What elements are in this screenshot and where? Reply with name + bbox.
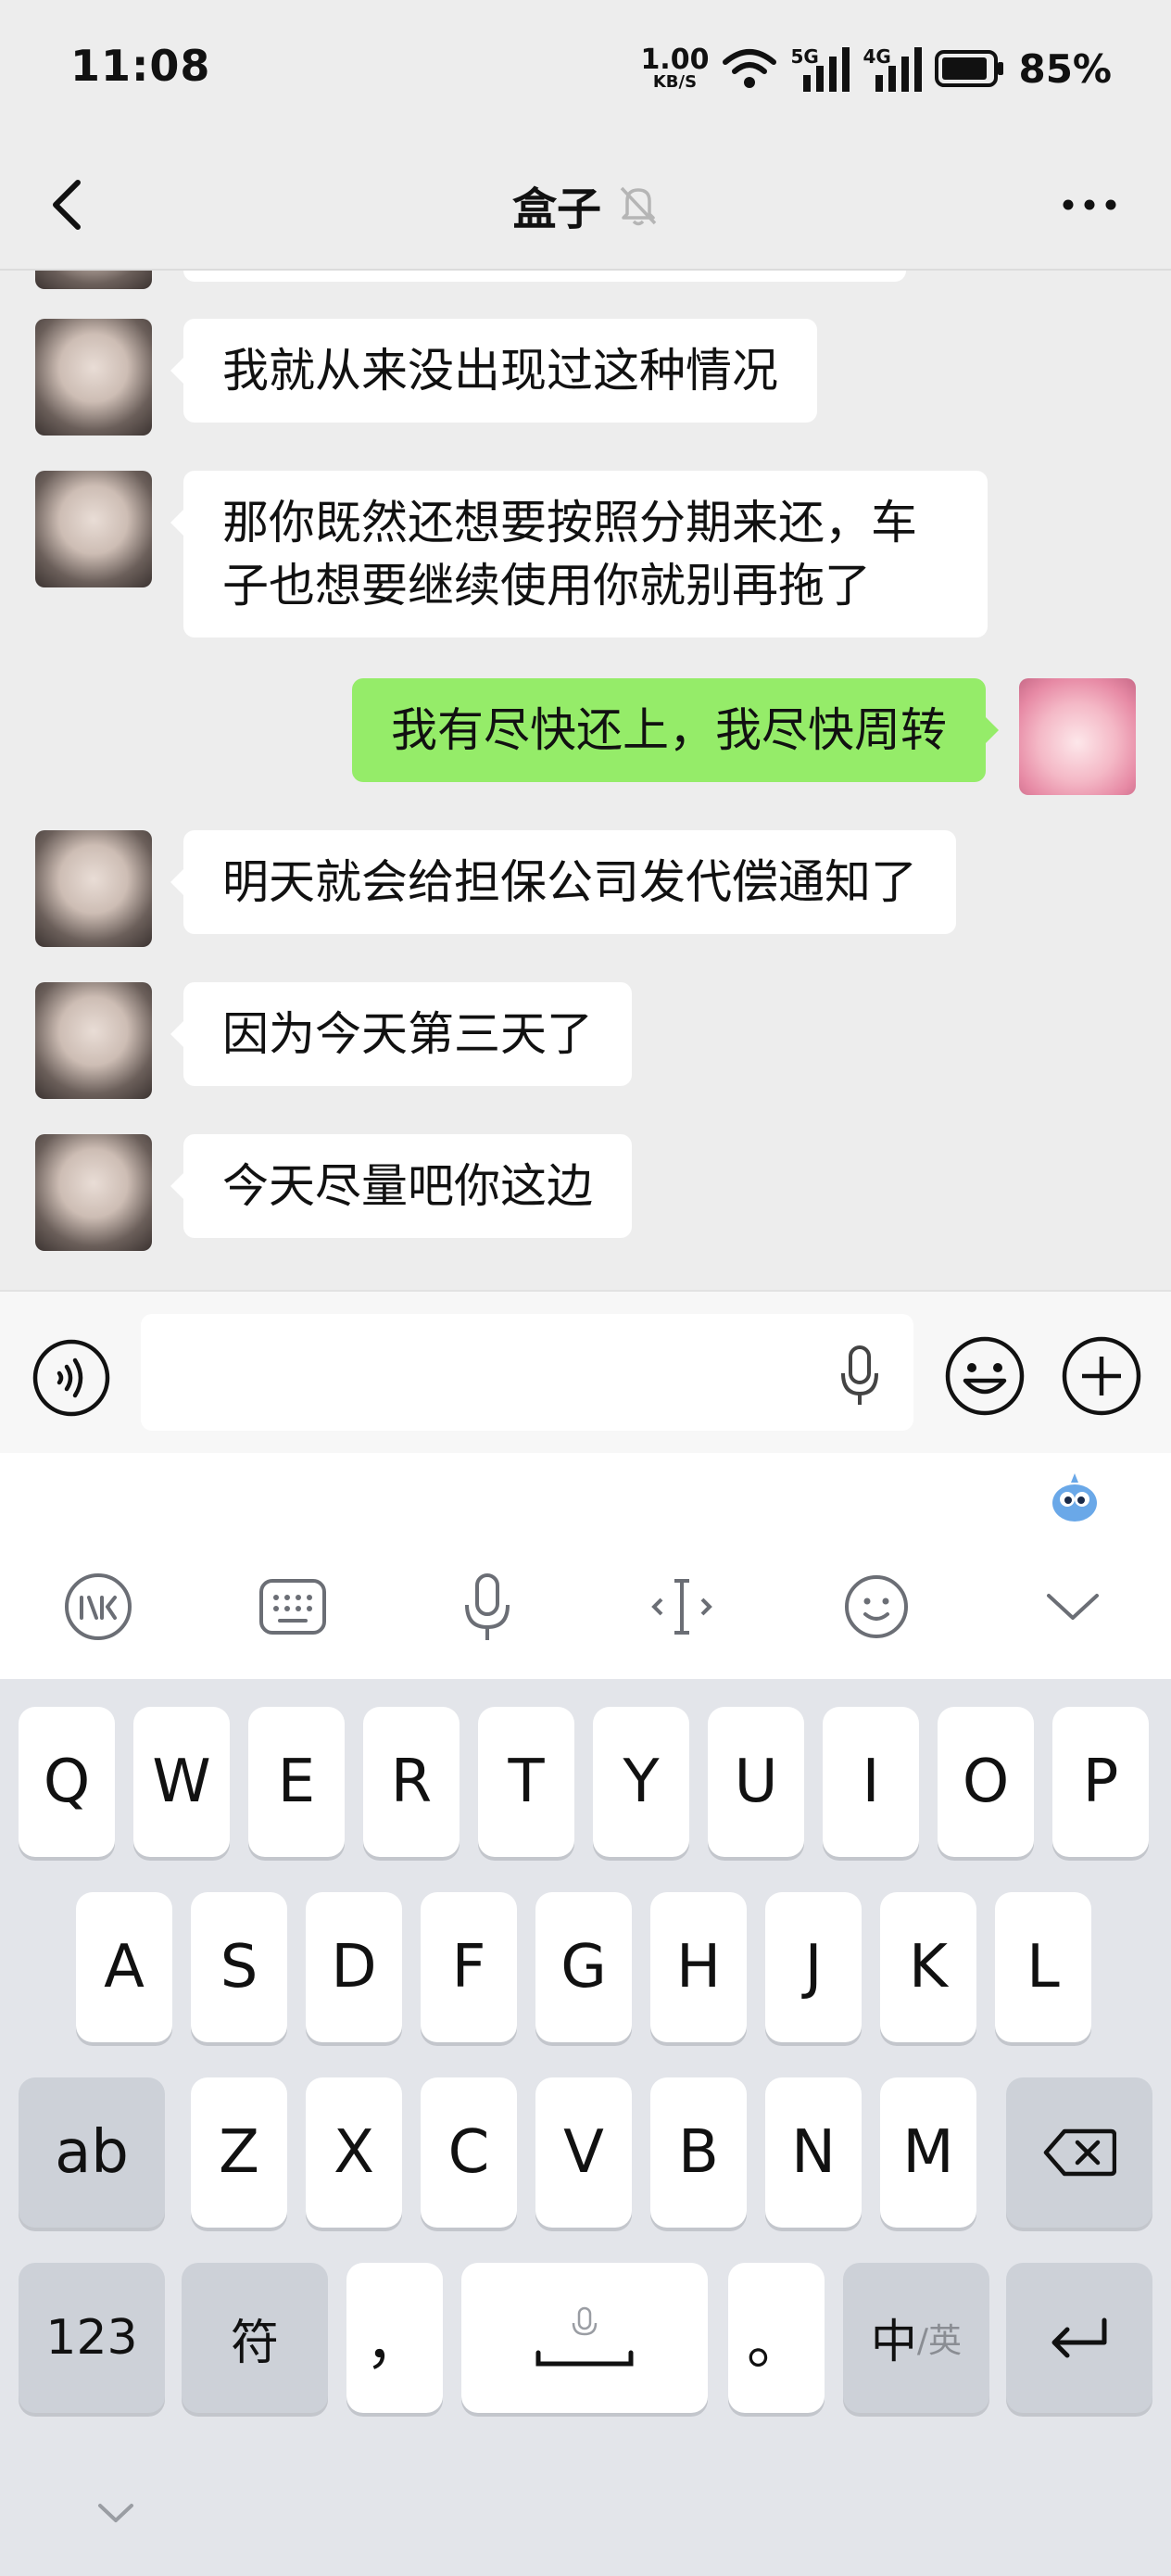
key-o[interactable]: O — [938, 1707, 1034, 1857]
chevron-down-icon — [1047, 1594, 1099, 1620]
chevron-down-icon — [98, 2504, 133, 2522]
key-v[interactable]: V — [535, 2077, 632, 2228]
collapse-keyboard-button[interactable] — [1036, 1570, 1110, 1644]
key-d[interactable]: D — [306, 1892, 402, 2042]
cursor-move-button[interactable] — [645, 1570, 719, 1644]
contact-avatar[interactable] — [35, 271, 152, 289]
contact-avatar[interactable] — [35, 471, 152, 587]
key-q[interactable]: Q — [19, 1707, 115, 1857]
status-time: 11:08 — [70, 41, 211, 91]
plus-circle-icon — [1062, 1336, 1141, 1416]
smiley-icon — [845, 1575, 908, 1638]
key-space[interactable] — [461, 2263, 708, 2413]
keyboard-switch-button[interactable] — [256, 1570, 330, 1644]
message-bubble[interactable]: 那你既然还想要按照分期来还，车子也想要继续使用你就别再拖了 — [170, 471, 988, 638]
message-list[interactable]: 我就从来没出现过这种情况 那你既然还想要按照分期来还，车子也想要继续使用你就别再… — [0, 271, 1171, 1290]
key-c[interactable]: C — [421, 2077, 517, 2228]
keyboard-icon — [259, 1579, 326, 1635]
message-input[interactable] — [141, 1314, 913, 1431]
my-avatar[interactable] — [1019, 678, 1136, 795]
chat-title: 盒子 — [511, 183, 601, 235]
input-bar — [0, 1290, 1171, 1453]
key-f[interactable]: F — [421, 1892, 517, 2042]
key-i[interactable]: I — [823, 1707, 919, 1857]
key-s[interactable]: S — [191, 1892, 287, 2042]
ime-logo-icon — [65, 1573, 132, 1640]
key-comma[interactable]: ， — [346, 2263, 443, 2413]
key-u[interactable]: U — [708, 1707, 804, 1857]
contact-avatar[interactable] — [35, 319, 152, 436]
voice-icon — [32, 1339, 110, 1417]
keyboard: Q W E R T Y U I O P A S D F G H J K L ab… — [0, 1679, 1171, 2576]
smiley-icon — [945, 1336, 1025, 1416]
key-x[interactable]: X — [306, 2077, 402, 2228]
hide-keyboard-button[interactable] — [93, 2494, 139, 2532]
message-bubble[interactable]: 今天尽量吧你这边 — [170, 1134, 632, 1238]
message-bubble[interactable]: 我就从来没出现过这种情况 — [170, 319, 817, 423]
more-icon — [1063, 199, 1116, 210]
key-language-switch[interactable]: 中/英 — [843, 2263, 989, 2413]
key-p[interactable]: P — [1052, 1707, 1149, 1857]
microphone-icon — [841, 1345, 878, 1405]
wifi-icon — [723, 49, 777, 88]
key-numbers[interactable]: 123 — [19, 2263, 165, 2413]
contact-avatar[interactable] — [35, 982, 152, 1099]
key-w[interactable]: W — [133, 1707, 230, 1857]
key-n[interactable]: N — [765, 2077, 862, 2228]
microphone-icon — [465, 1573, 510, 1640]
signal-5g-icon: 5G — [790, 45, 850, 92]
key-y[interactable]: Y — [593, 1707, 689, 1857]
key-period[interactable]: 。 — [728, 2263, 825, 2413]
message-bubble-mine[interactable]: 我有尽快还上，我尽快周转 — [352, 678, 999, 782]
key-a[interactable]: A — [76, 1892, 172, 2042]
key-g[interactable]: G — [535, 1892, 632, 2042]
voice-mode-button[interactable] — [31, 1338, 111, 1418]
key-k[interactable]: K — [880, 1892, 976, 2042]
chat-header: 盒子 — [0, 139, 1171, 271]
network-speed: 1.00 KB/S — [640, 46, 709, 91]
more-functions-button[interactable] — [1060, 1334, 1143, 1418]
voice-input-button[interactable] — [834, 1344, 886, 1408]
status-bar: 11:08 1.00 KB/S 5G 4G 85% — [0, 0, 1171, 139]
space-mic-icon — [535, 2306, 634, 2367]
message-bubble[interactable]: 明天就会给担保公司发代偿通知了 — [170, 830, 956, 934]
battery-icon — [935, 50, 1004, 87]
emoji-panel-button[interactable] — [839, 1570, 913, 1644]
return-icon — [1051, 2317, 1107, 2358]
message-bubble-partial[interactable] — [183, 271, 906, 282]
key-m[interactable]: M — [880, 2077, 976, 2228]
network-speed-value: 1.00 — [640, 44, 710, 76]
signal-4g-icon: 4G — [863, 45, 923, 92]
key-b[interactable]: B — [650, 2077, 747, 2228]
key-e[interactable]: E — [248, 1707, 345, 1857]
key-symbols[interactable]: 符 — [182, 2263, 328, 2413]
backspace-icon — [1043, 2128, 1116, 2177]
emoji-button[interactable] — [943, 1334, 1026, 1418]
ime-toolbar — [0, 1453, 1171, 1679]
network-speed-unit: KB/S — [652, 72, 698, 92]
more-options-button[interactable] — [1052, 172, 1127, 237]
battery-percentage: 85% — [1018, 45, 1112, 92]
message-bubble[interactable]: 因为今天第三天了 — [170, 982, 632, 1086]
contact-avatar[interactable] — [35, 830, 152, 947]
key-backspace[interactable] — [1006, 2077, 1152, 2228]
key-r[interactable]: R — [363, 1707, 460, 1857]
text-cursor-icon — [651, 1579, 712, 1635]
key-z[interactable]: Z — [191, 2077, 287, 2228]
key-ab[interactable]: ab — [19, 2077, 165, 2228]
voice-typing-button[interactable] — [450, 1570, 524, 1644]
key-t[interactable]: T — [478, 1707, 574, 1857]
title-area: 盒子 — [0, 172, 1171, 237]
contact-avatar[interactable] — [35, 1134, 152, 1251]
key-l[interactable]: L — [995, 1892, 1091, 2042]
ime-logo-button[interactable] — [61, 1570, 135, 1644]
key-j[interactable]: J — [765, 1892, 862, 2042]
key-h[interactable]: H — [650, 1892, 747, 2042]
key-enter[interactable] — [1006, 2263, 1152, 2413]
ime-mascot-icon[interactable] — [1047, 1471, 1102, 1527]
status-icons: 1.00 KB/S 5G 4G 85% — [640, 41, 1112, 96]
bell-off-icon — [620, 186, 657, 226]
